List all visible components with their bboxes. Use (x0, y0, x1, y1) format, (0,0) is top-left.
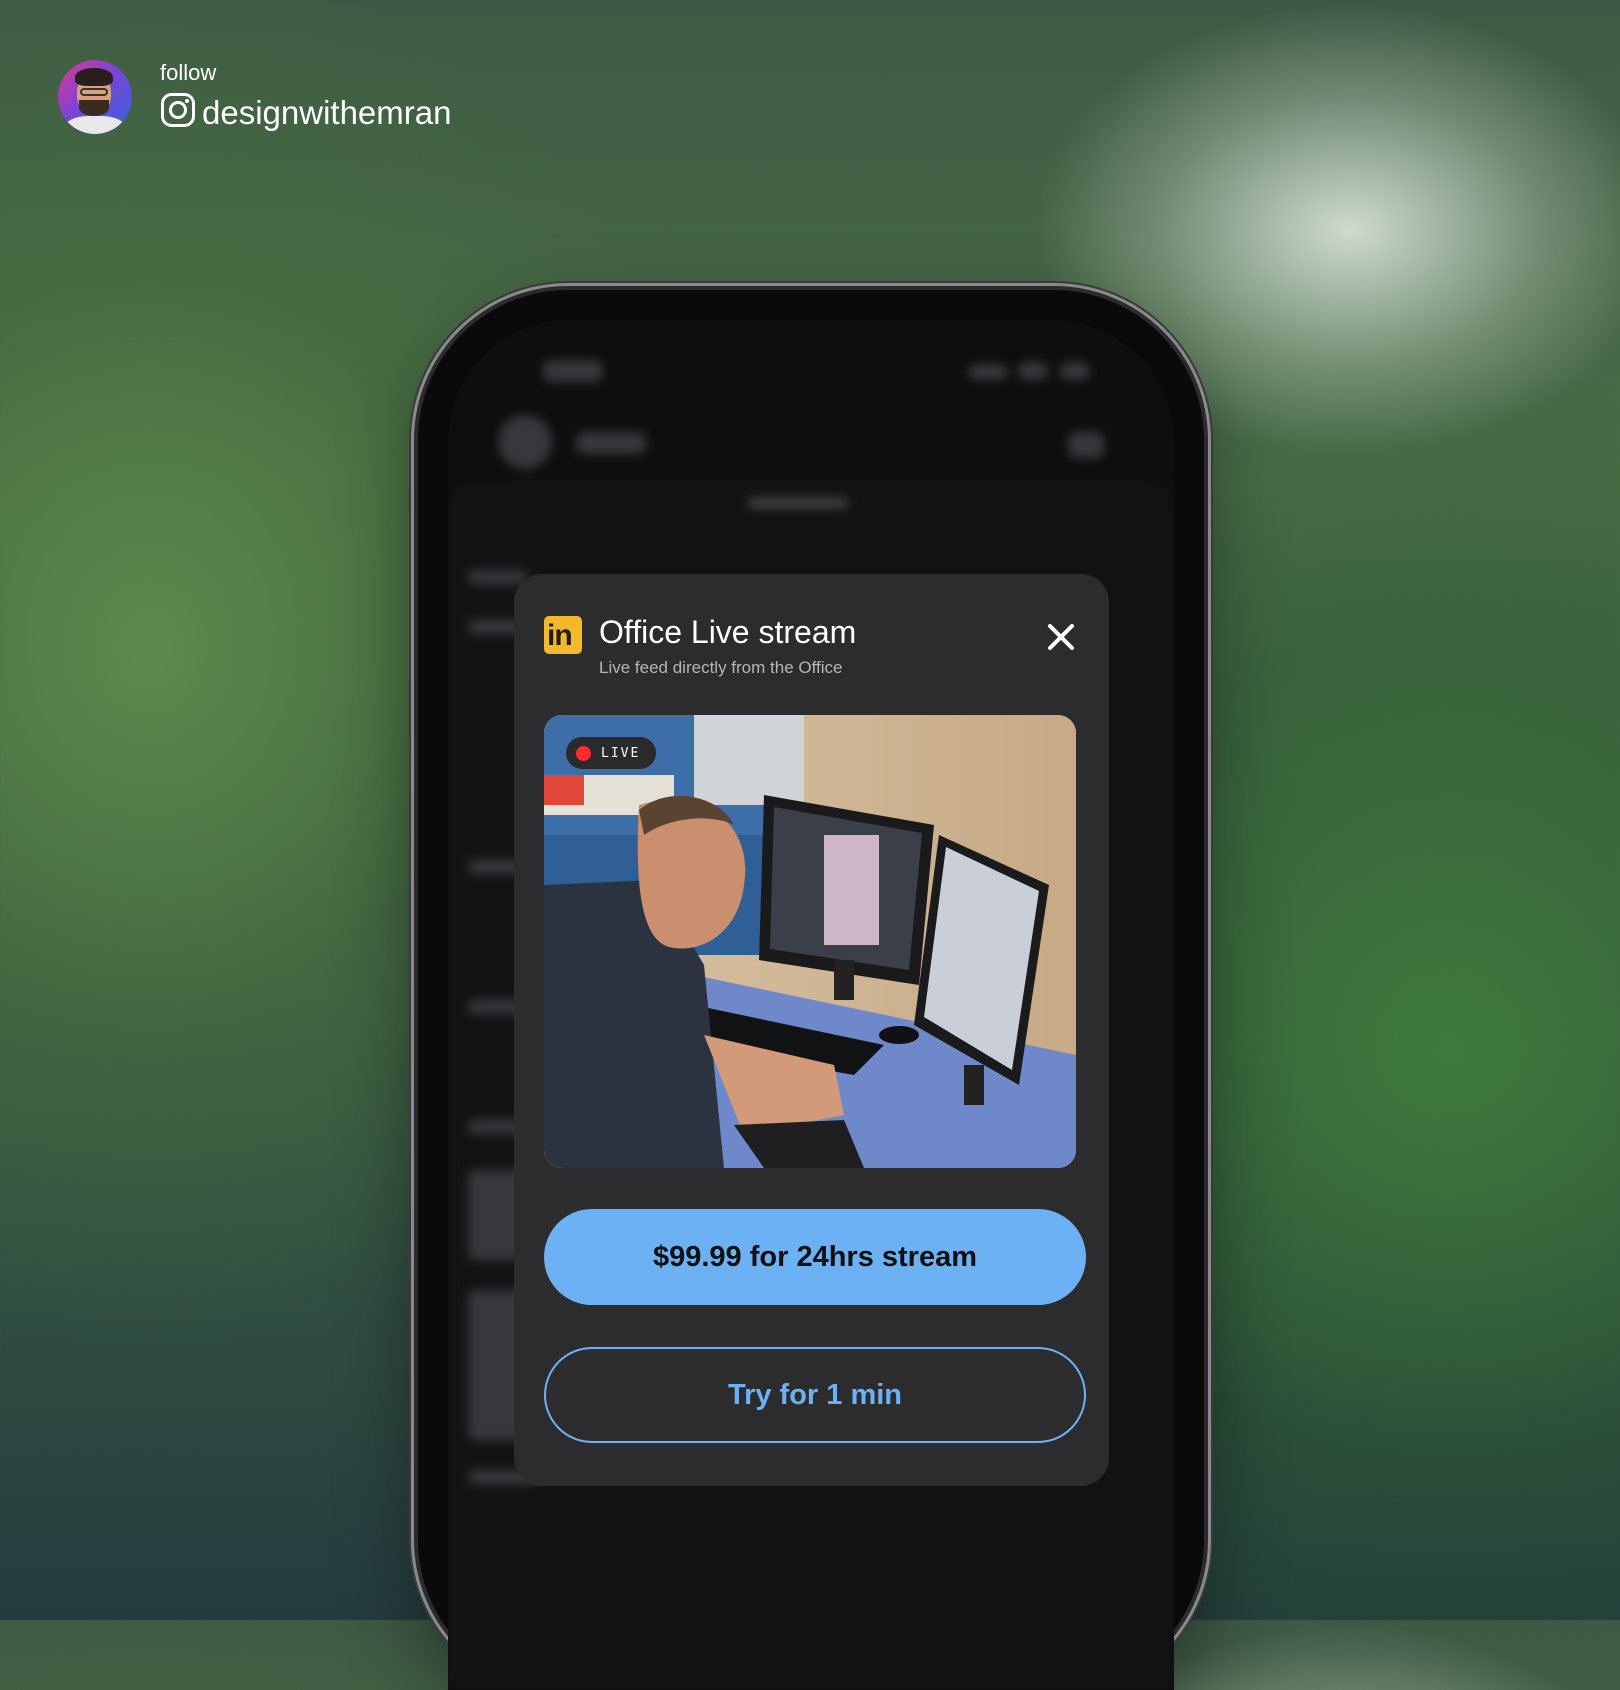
follow-label: follow (160, 60, 217, 85)
buy-stream-button[interactable]: $99.99 for 24hrs stream (544, 1209, 1086, 1305)
dialog-subtitle: Live feed directly from the Office (599, 658, 843, 677)
live-stream-dialog: in Office Live stream Live feed directly… (514, 574, 1109, 1486)
try-trial-button[interactable]: Try for 1 min (544, 1347, 1086, 1443)
live-label: LIVE (601, 745, 641, 761)
dialog-title: Office Live stream (599, 614, 857, 650)
handle-text: designwithemran (202, 93, 452, 131)
office-photo (544, 715, 1076, 1168)
avatar[interactable] (58, 60, 132, 134)
instagram-icon (160, 92, 196, 133)
live-dot-icon (576, 745, 591, 761)
close-button[interactable] (1044, 620, 1078, 654)
close-icon (1048, 624, 1074, 650)
instagram-handle[interactable]: designwithemran (160, 92, 451, 133)
live-badge: LIVE (566, 737, 656, 769)
linkedin-icon: in (544, 616, 582, 654)
live-video-preview[interactable]: LIVE (544, 715, 1076, 1168)
